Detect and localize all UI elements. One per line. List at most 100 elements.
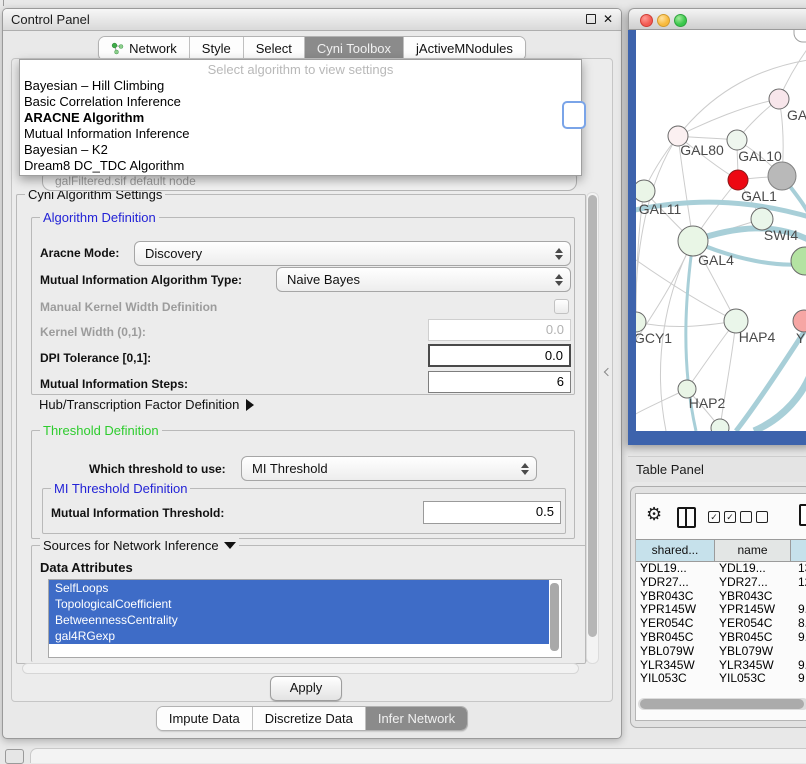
- table-row[interactable]: YDL19...YDL19...13: [636, 562, 806, 576]
- tab-select[interactable]: Select: [244, 37, 305, 60]
- manual-kernel-checkbox[interactable]: [554, 299, 569, 314]
- tab-cyni-toolbox[interactable]: Cyni Toolbox: [305, 37, 404, 60]
- aracne-mode-value: Discovery: [145, 246, 202, 261]
- table-row[interactable]: YLR345WYLR345W9.: [636, 659, 806, 673]
- table-row[interactable]: YBL079WYBL079W: [636, 645, 806, 659]
- algorithm-option-bayesian-hill-climbing[interactable]: Bayesian – Hill Climbing: [20, 78, 581, 94]
- tab-style[interactable]: Style: [190, 37, 244, 60]
- cyni-toolbox-panel: galFiltered.sif default node Select algo…: [11, 58, 613, 702]
- algorithm-option-basic-correlation-inference[interactable]: Basic Correlation Inference: [20, 94, 581, 110]
- close-traffic-light-icon[interactable]: [640, 14, 653, 27]
- column-header-2[interactable]: [791, 540, 806, 561]
- split-columns-icon[interactable]: [677, 507, 696, 528]
- dpi-tolerance-field[interactable]: 0.0: [428, 344, 571, 367]
- minimize-traffic-light-icon[interactable]: [657, 14, 670, 27]
- tab-impute-data[interactable]: Impute Data: [157, 707, 253, 730]
- network-node-gcy1[interactable]: [636, 312, 646, 332]
- tab-label: jActiveMNodules: [416, 37, 513, 60]
- mi-steps-field[interactable]: 6: [428, 371, 571, 393]
- gear-icon[interactable]: ⚙: [646, 505, 662, 523]
- node-label-y: Y: [796, 330, 806, 346]
- table-row[interactable]: YBR045CYBR045C9.: [636, 631, 806, 645]
- table-row[interactable]: YER054CYER054C8.: [636, 617, 806, 631]
- table-cell: 9.: [791, 603, 806, 617]
- list-scrollbar[interactable]: [550, 583, 559, 651]
- expand-arrow-icon: [246, 399, 254, 411]
- network-node-gal1[interactable]: [728, 170, 748, 190]
- select-all-columns-icon[interactable]: ✓✓: [708, 511, 736, 523]
- unselect-all-columns-icon[interactable]: [740, 511, 768, 523]
- table-cell: 9.: [791, 659, 806, 673]
- network-node-y[interactable]: [793, 310, 806, 332]
- table-cell: YIL053C: [715, 672, 791, 686]
- table-cell: 9.: [791, 631, 806, 645]
- kernel-width-field[interactable]: 0.0: [428, 319, 571, 341]
- table-hscrollbar[interactable]: [638, 698, 806, 710]
- mi-threshold-label: Mutual Information Threshold:: [51, 506, 224, 520]
- table-cell: YDR27...: [715, 576, 791, 590]
- mi-type-combobox[interactable]: Naive Bayes: [276, 267, 571, 292]
- attribute-item-topologicalcoefficient[interactable]: TopologicalCoefficient: [49, 596, 549, 612]
- data-attributes-list[interactable]: SelfLoopsTopologicalCoefficientBetweenne…: [48, 579, 562, 658]
- stepper-icon: [519, 457, 531, 480]
- table-row[interactable]: YPR145WYPR145W9.: [636, 603, 806, 617]
- table-row[interactable]: YIL053CYIL053C9: [636, 672, 806, 686]
- dpi-tolerance-label: DPI Tolerance [0,1]:: [40, 351, 151, 365]
- tab-infer-network[interactable]: Infer Network: [366, 707, 467, 730]
- table-row[interactable]: YDR27...YDR27...12: [636, 576, 806, 590]
- settings-scrollbar-thumb[interactable]: [588, 195, 597, 637]
- tab-label: Cyni Toolbox: [317, 37, 391, 60]
- table-cell: YBR043C: [715, 590, 791, 604]
- algorithm-definition-group: Algorithm Definition Aracne Mode: Discov…: [31, 217, 575, 395]
- attribute-item-betweennesscentrality[interactable]: BetweennessCentrality: [49, 612, 549, 628]
- algorithm-option-mutual-information-inference[interactable]: Mutual Information Inference: [20, 126, 581, 142]
- algorithm-option-bayesian-k2[interactable]: Bayesian – K2: [20, 142, 581, 158]
- table-hscrollbar-thumb[interactable]: [640, 699, 804, 709]
- which-threshold-label: Which threshold to use:: [89, 462, 226, 476]
- mi-threshold-field[interactable]: 0.5: [423, 501, 561, 524]
- network-node-gal10[interactable]: [727, 130, 747, 150]
- table-row[interactable]: YBR043CYBR043C: [636, 590, 806, 604]
- network-node-gal11[interactable]: [636, 180, 655, 202]
- table-cell: YLR345W: [636, 659, 715, 673]
- network-node[interactable]: [711, 419, 729, 431]
- hub-definition-expander[interactable]: Hub/Transcription Factor Definition: [39, 397, 254, 412]
- attribute-item-selfloops[interactable]: SelfLoops: [49, 580, 549, 596]
- apply-button[interactable]: Apply: [270, 676, 342, 701]
- algorithm-options-list: Bayesian – Hill ClimbingBasic Correlatio…: [20, 78, 581, 174]
- algorithm-prompt: Select algorithm to view settings: [20, 60, 581, 78]
- algorithm-definition-title: Algorithm Definition: [40, 210, 159, 225]
- attribute-item-gal4rgexp[interactable]: gal4RGexp: [49, 628, 549, 644]
- mi-type-value: Naive Bayes: [287, 272, 360, 287]
- which-threshold-combobox[interactable]: MI Threshold: [241, 456, 537, 481]
- float-window-icon[interactable]: [586, 14, 596, 24]
- zoom-traffic-light-icon[interactable]: [674, 14, 687, 27]
- algorithm-option-dream8-dc-tdc-algorithm[interactable]: Dream8 DC_TDC Algorithm: [20, 158, 581, 174]
- threshold-definition-group: Threshold Definition Which threshold to …: [31, 430, 575, 539]
- control-panel-titlebar[interactable]: Control Panel ✕: [3, 9, 621, 31]
- column-header-shared[interactable]: shared...: [636, 540, 715, 561]
- mi-steps-label: Mutual Information Steps:: [40, 377, 188, 391]
- algorithm-combobox-edge[interactable]: [562, 101, 586, 129]
- node-label-gal10: GAL10: [738, 148, 782, 164]
- overview-control[interactable]: [794, 30, 806, 42]
- network-canvas[interactable]: GAL8GAL80GAL10GAL1GAL11SWI4GAL4GCY1HAP4Y…: [636, 30, 806, 431]
- network-node[interactable]: [769, 89, 789, 109]
- table-cell: YBL079W: [636, 645, 715, 659]
- column-header-name[interactable]: name: [715, 540, 791, 561]
- settings-scrollbar[interactable]: [586, 192, 599, 664]
- table-panel-titlebar[interactable]: Table Panel: [628, 456, 806, 482]
- node-label-hap4: HAP4: [739, 329, 776, 345]
- network-node[interactable]: [791, 247, 806, 275]
- close-icon[interactable]: ✕: [603, 13, 613, 25]
- tab-jactivemnodules[interactable]: jActiveMNodules: [404, 37, 525, 60]
- settings-hscroll-track[interactable]: [22, 663, 579, 674]
- tab-network[interactable]: Network: [99, 37, 190, 60]
- tab-discretize-data[interactable]: Discretize Data: [253, 707, 366, 730]
- tab-label: Network: [129, 37, 177, 60]
- network-node[interactable]: [768, 162, 796, 190]
- algorithm-option-aracne-algorithm[interactable]: ARACNE Algorithm: [20, 110, 581, 126]
- export-table-icon[interactable]: [799, 504, 806, 526]
- network-window-titlebar[interactable]: [628, 8, 806, 30]
- aracne-mode-combobox[interactable]: Discovery: [134, 241, 571, 266]
